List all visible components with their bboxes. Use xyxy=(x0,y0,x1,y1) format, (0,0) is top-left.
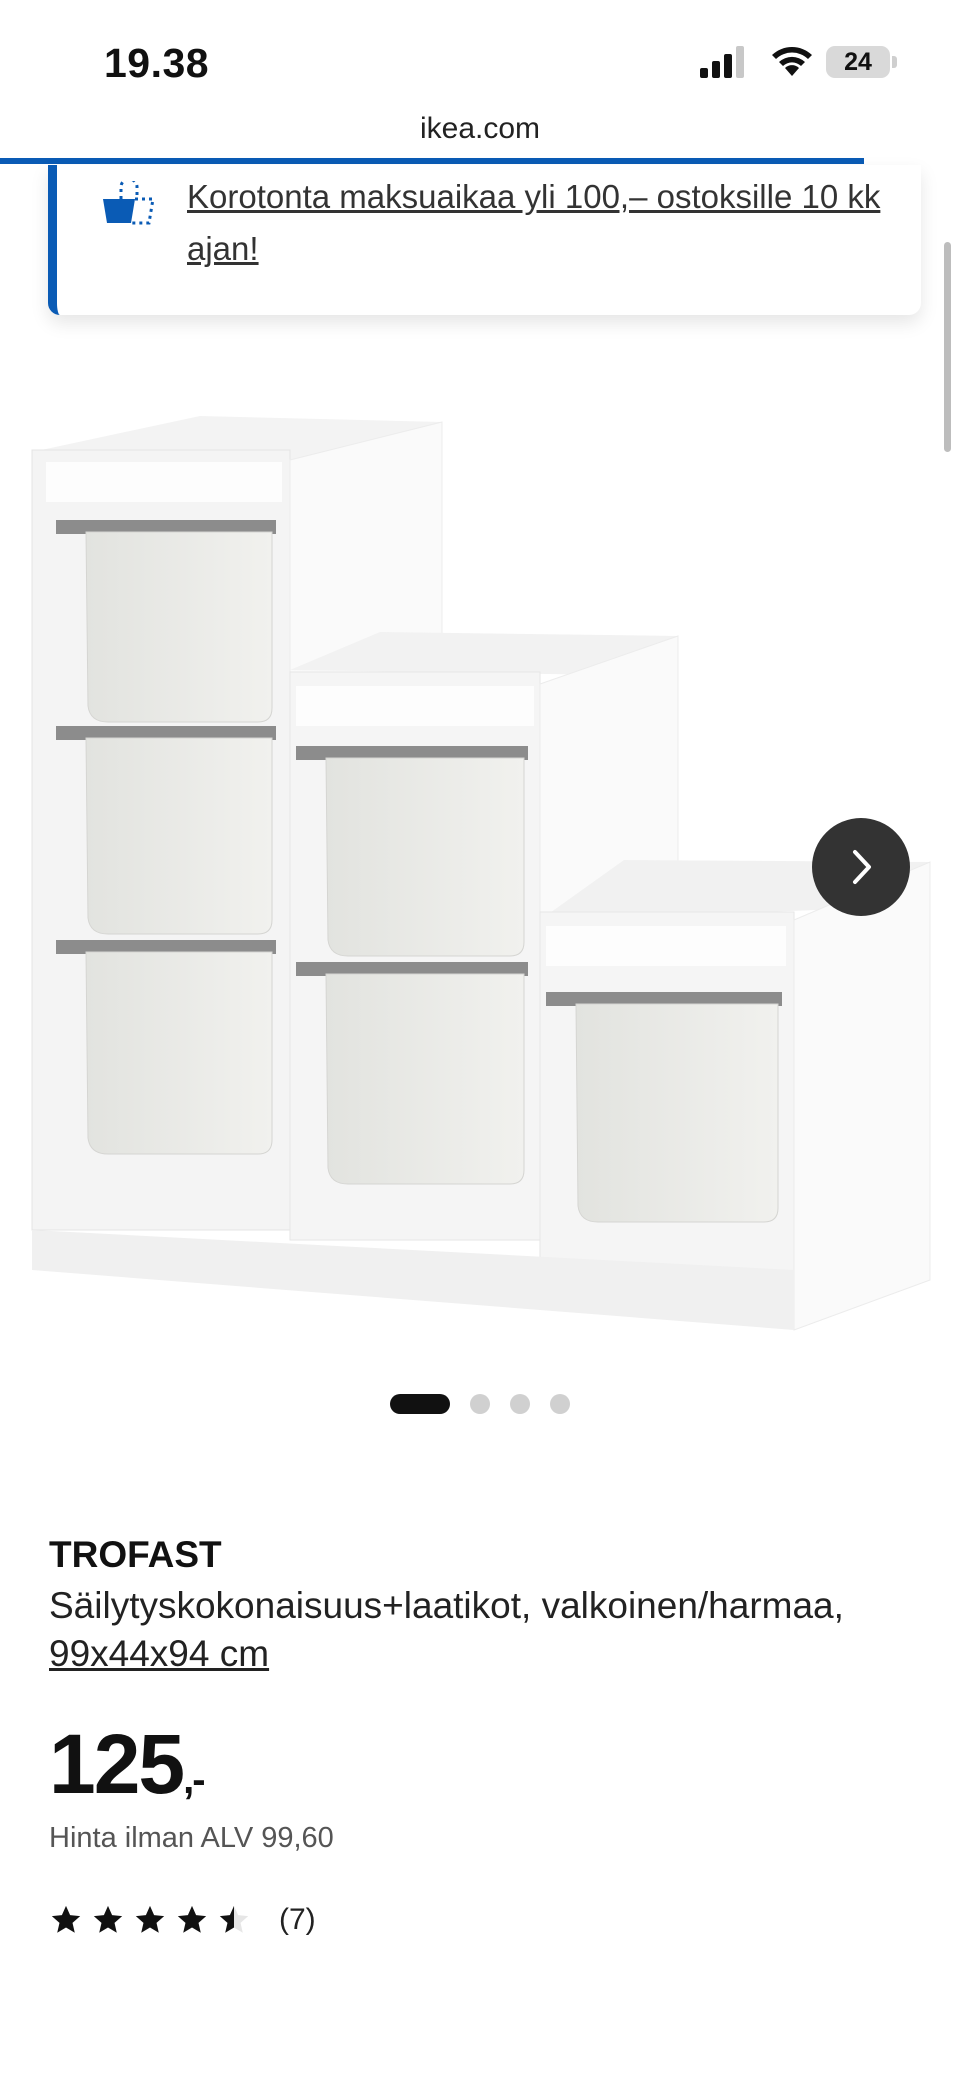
chevron-right-icon xyxy=(853,850,871,884)
battery-level: 24 xyxy=(844,48,872,76)
star-icon xyxy=(93,1905,123,1933)
page-load-progress xyxy=(0,158,864,164)
pagination-dot[interactable] xyxy=(510,1394,530,1414)
product-name: TROFAST xyxy=(49,1534,222,1575)
product-description-text: Säilytyskokonaisuus+laatikot, valkoinen/… xyxy=(49,1585,844,1626)
battery-icon: 24 xyxy=(826,46,890,78)
pagination-dot-active[interactable] xyxy=(390,1394,450,1414)
next-image-button[interactable] xyxy=(812,818,910,916)
product-dimensions-link[interactable]: 99x44x94 cm xyxy=(49,1633,269,1674)
wifi-icon xyxy=(772,47,812,76)
star-icon xyxy=(51,1905,81,1933)
price-excl-vat: Hinta ilman ALV 99,60 xyxy=(49,1822,334,1854)
product-price: 125,- xyxy=(49,1716,206,1813)
pagination-dot[interactable] xyxy=(550,1394,570,1414)
promo-link[interactable]: Korotonta maksuaikaa yli 100,– ostoksill… xyxy=(187,171,907,275)
price-value: 125 xyxy=(49,1717,185,1811)
product-image[interactable] xyxy=(24,400,936,1360)
half-star-icon xyxy=(219,1905,249,1933)
payment-basket-icon xyxy=(103,181,155,225)
product-description: Säilytyskokonaisuus+laatikot, valkoinen/… xyxy=(49,1582,909,1678)
price-suffix: ,- xyxy=(183,1758,205,1802)
star-icon xyxy=(135,1905,165,1933)
pagination-dot[interactable] xyxy=(470,1394,490,1414)
battery-cap xyxy=(892,56,897,68)
page-scrollbar[interactable] xyxy=(944,242,951,452)
review-count[interactable]: (7) xyxy=(279,1903,316,1937)
status-bar: 19.38 24 xyxy=(0,0,960,120)
star-icon xyxy=(177,1905,207,1933)
clock: 19.38 xyxy=(104,40,210,86)
address-bar-url[interactable]: ikea.com xyxy=(0,112,960,146)
promo-banner[interactable]: Korotonta maksuaikaa yli 100,– ostoksill… xyxy=(48,165,921,315)
product-rating[interactable]: (7) xyxy=(49,1900,316,1940)
cellular-signal-icon xyxy=(700,46,744,78)
